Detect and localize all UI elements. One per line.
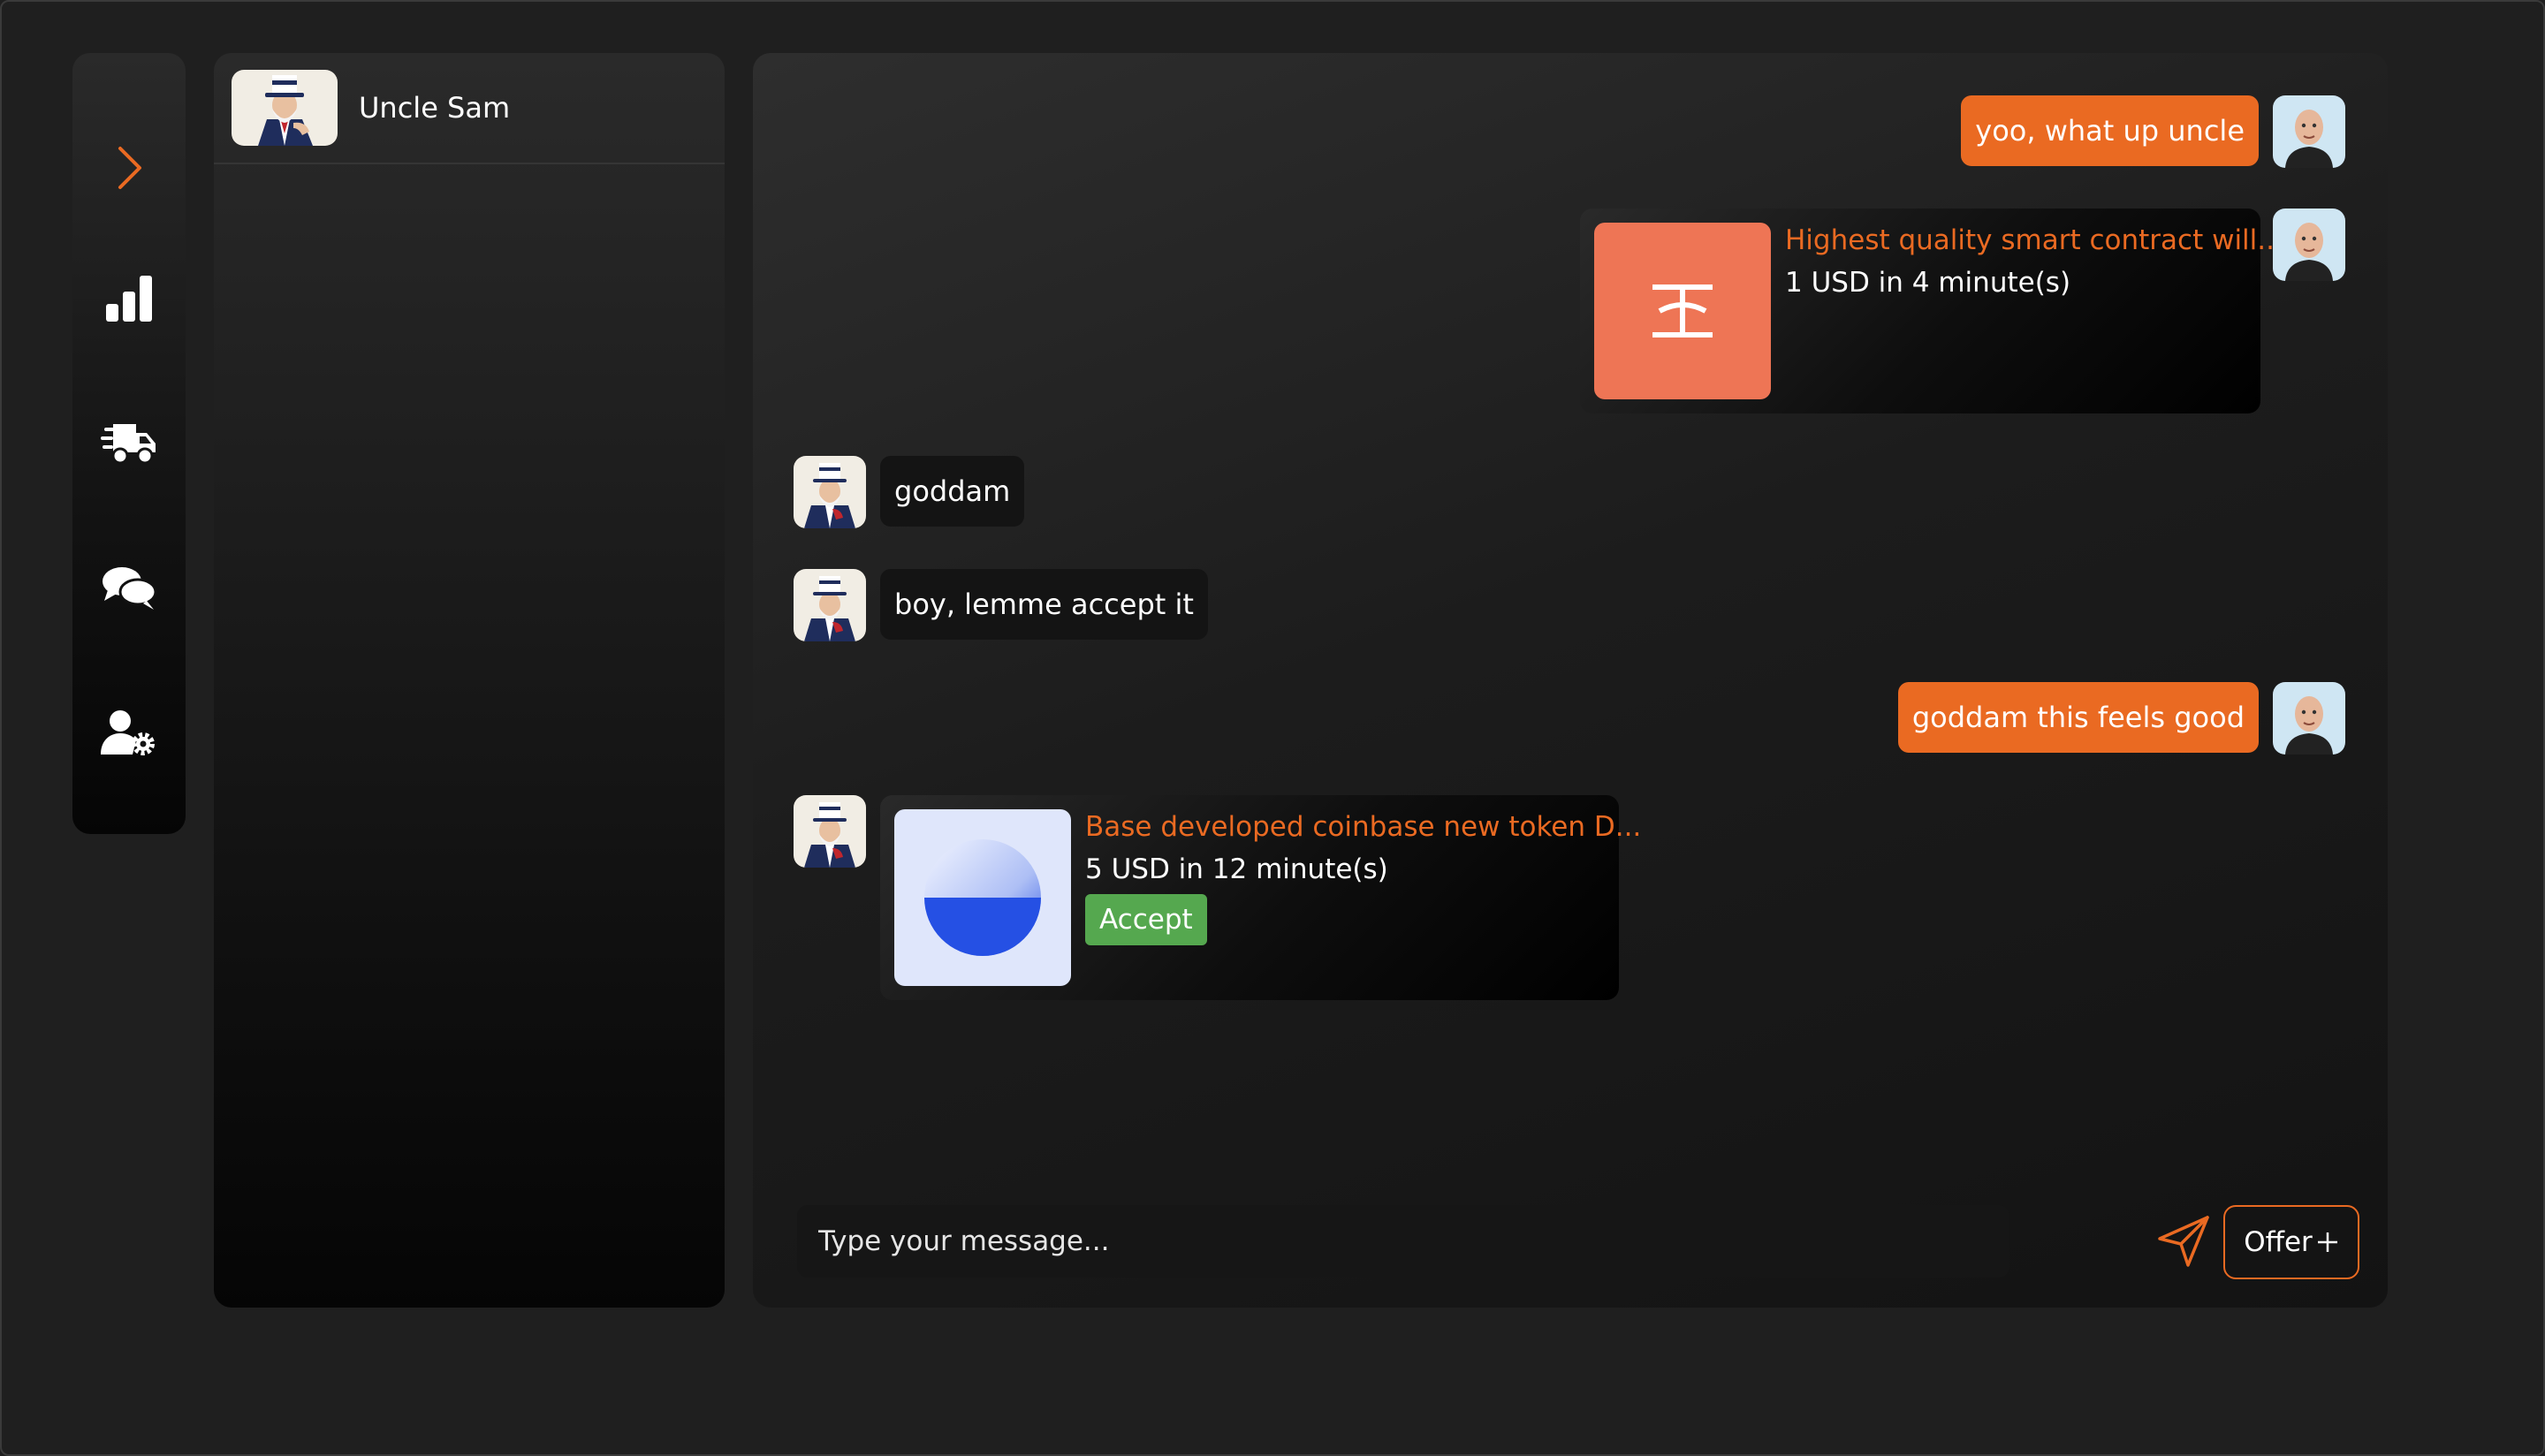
uncle-sam-avatar-icon (232, 70, 338, 146)
app-window: Uncle Sam yoo, what up uncle Highest qua… (0, 0, 2545, 1456)
nav-item-analytics[interactable] (72, 254, 186, 343)
uncle-sam-avatar-icon (794, 456, 866, 528)
message-bubble-incoming: boy, lemme accept it (880, 569, 1208, 640)
avatar (2273, 209, 2345, 281)
avatar (794, 569, 866, 641)
chat-panel: yoo, what up uncle Highest quality smart… (753, 53, 2388, 1308)
offer-price: 5 USD in 12 minute(s) (1085, 853, 1388, 885)
nav-item-deliveries[interactable] (72, 399, 186, 488)
uncle-sam-avatar-icon (794, 569, 866, 641)
conversation-item[interactable]: Uncle Sam (214, 53, 725, 164)
bar-chart-icon (106, 276, 152, 322)
user-settings-icon (101, 710, 155, 755)
token-glyph-icon (1652, 284, 1713, 337)
plus-icon (2317, 1232, 2337, 1252)
my-avatar-icon (2273, 209, 2345, 281)
offer-button-label: Offer (2244, 1226, 2313, 1258)
chevron-right-icon (118, 147, 141, 189)
message-text: goddam (894, 474, 1011, 508)
message-bubble-outgoing: yoo, what up uncle (1961, 95, 2259, 166)
message-input[interactable] (797, 1205, 2009, 1278)
offer-card-outgoing[interactable]: Highest quality smart contract will... 1… (1580, 209, 2283, 413)
conversation-list: Uncle Sam (214, 53, 725, 1308)
message-bubble-incoming: goddam (880, 456, 1025, 527)
message-text: yoo, what up uncle (1975, 114, 2245, 148)
create-offer-button[interactable]: Offer (2223, 1205, 2359, 1279)
offer-thumbnail (894, 809, 1071, 986)
my-avatar-icon (2273, 95, 2345, 168)
chat-bubbles-icon (103, 567, 157, 610)
offer-thumbnail (1594, 223, 1771, 399)
nav-item-chats[interactable] (72, 544, 186, 633)
conversation-name: Uncle Sam (359, 91, 511, 125)
send-icon (2158, 1216, 2209, 1267)
uncle-sam-avatar-icon (794, 795, 866, 868)
offer-card-incoming[interactable]: Base developed coinbase new token D... 5… (880, 795, 1641, 1000)
avatar (794, 456, 866, 528)
send-button[interactable] (2154, 1212, 2213, 1270)
avatar (794, 795, 866, 868)
accept-offer-button[interactable]: Accept (1085, 894, 1207, 945)
my-avatar-icon (2273, 682, 2345, 755)
avatar (2273, 682, 2345, 755)
offer-price: 1 USD in 4 minute(s) (1785, 267, 2071, 299)
base-logo-icon (924, 839, 1041, 956)
message-bubble-outgoing: goddam this feels good (1897, 682, 2259, 753)
offer-title: Base developed coinbase new token D... (1085, 811, 1642, 843)
nav-rail (72, 53, 186, 834)
nav-expand-button[interactable] (72, 124, 186, 212)
avatar (2273, 95, 2345, 168)
avatar (232, 70, 338, 146)
message-text: boy, lemme accept it (894, 588, 1194, 621)
message-text: goddam this feels good (1911, 701, 2245, 734)
delivery-truck-icon (101, 424, 156, 465)
offer-title: Highest quality smart contract will... (1785, 224, 2283, 256)
nav-item-profile-settings[interactable] (72, 689, 186, 777)
